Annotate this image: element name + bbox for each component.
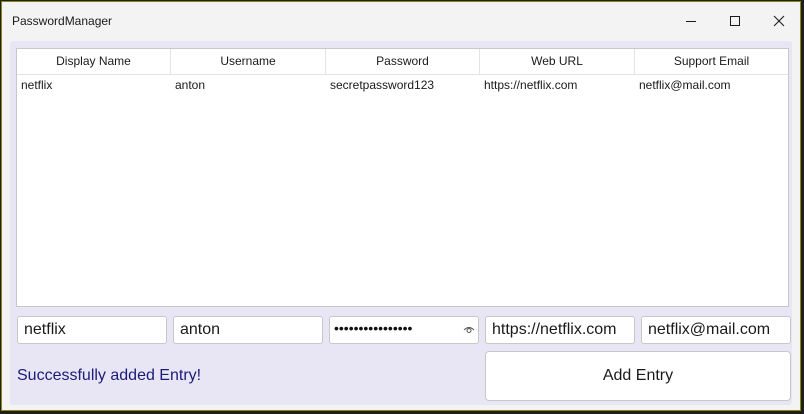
cell-support-email: netflix@mail.com — [639, 78, 731, 92]
app-window: PasswordManager Display Name Username Pa… — [1, 1, 801, 411]
support-email-input[interactable] — [641, 316, 791, 344]
close-icon — [773, 15, 785, 27]
password-input[interactable]: •••••••••••••••• — [329, 316, 479, 344]
username-input[interactable] — [173, 316, 323, 344]
main-panel: Display Name Username Password Web URL S… — [10, 41, 792, 405]
table-row[interactable]: netflix anton secretpassword123 https://… — [17, 74, 788, 96]
cell-web-url: https://netflix.com — [484, 78, 578, 92]
status-message: Successfully added Entry! — [17, 367, 202, 384]
web-url-input[interactable] — [485, 316, 635, 344]
eye-icon[interactable] — [463, 325, 475, 335]
table-header: Display Name Username Password Web URL S… — [17, 49, 788, 75]
column-header-username[interactable]: Username — [171, 49, 326, 74]
close-button[interactable] — [757, 2, 801, 40]
column-header-display-name[interactable]: Display Name — [17, 49, 171, 74]
cell-username: anton — [175, 78, 206, 92]
column-header-web-url[interactable]: Web URL — [480, 49, 635, 74]
entries-table[interactable]: Display Name Username Password Web URL S… — [16, 48, 789, 307]
add-entry-button[interactable]: Add Entry — [485, 351, 791, 401]
password-masked-text: •••••••••••••••• — [334, 320, 413, 336]
maximize-icon — [730, 16, 740, 26]
cell-display-name: netflix — [21, 78, 53, 92]
window-title: PasswordManager — [12, 14, 113, 28]
maximize-button[interactable] — [713, 2, 757, 40]
minimize-icon — [686, 21, 696, 22]
column-header-password[interactable]: Password — [326, 49, 480, 74]
column-header-support-email[interactable]: Support Email — [635, 49, 788, 74]
cell-password: secretpassword123 — [330, 78, 435, 92]
minimize-button[interactable] — [669, 2, 713, 40]
display-name-input[interactable] — [17, 316, 167, 344]
title-bar: PasswordManager — [2, 2, 800, 40]
